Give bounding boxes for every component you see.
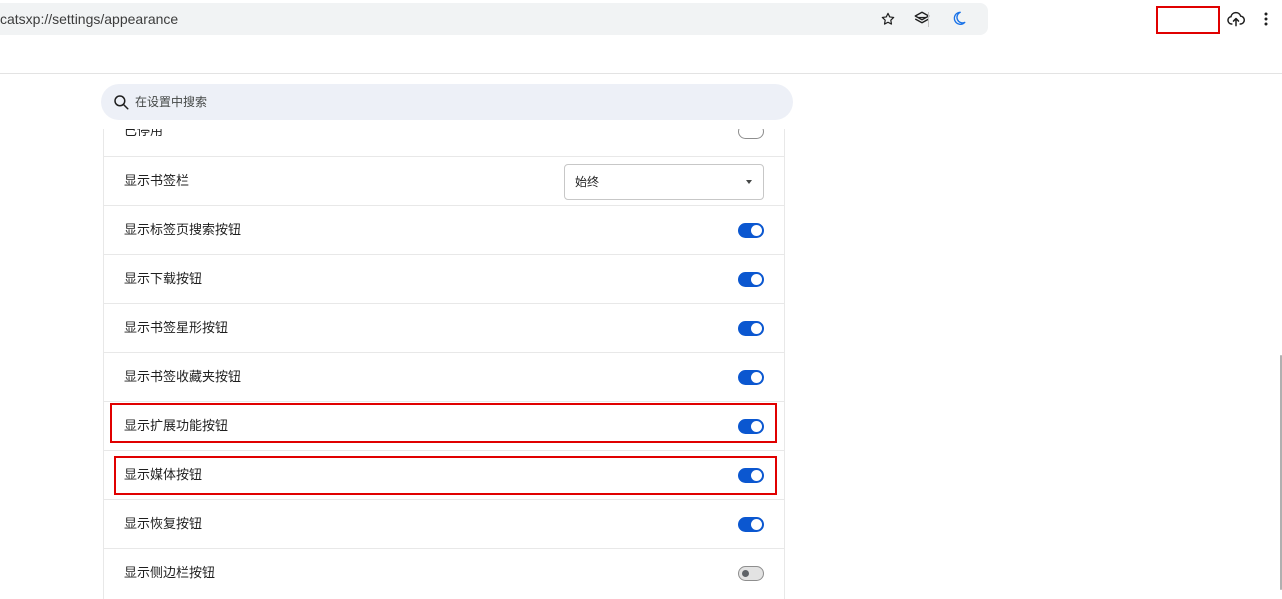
highlight-box-media-row bbox=[114, 456, 777, 495]
layers-icon[interactable] bbox=[912, 9, 932, 29]
download-button-toggle[interactable] bbox=[738, 272, 764, 287]
row-label: 显示书签收藏夹按钮 bbox=[124, 370, 242, 385]
settings-row-restore-button: 显示恢复按钮 bbox=[104, 499, 784, 548]
settings-row-bookmark-favorites-button: 显示书签收藏夹按钮 bbox=[104, 352, 784, 401]
search-input[interactable] bbox=[135, 84, 775, 120]
address-url[interactable]: catsxp://settings/appearance bbox=[0, 3, 178, 35]
bookmark-star-button-toggle[interactable] bbox=[738, 321, 764, 336]
bookmarks-bar-select[interactable]: 始终 bbox=[564, 164, 764, 200]
row-label: 显示书签栏 bbox=[124, 174, 190, 189]
row-label: 显示恢复按钮 bbox=[124, 517, 203, 532]
address-bar[interactable]: catsxp://settings/appearance bbox=[0, 3, 988, 35]
settings-row-partial: 已停用 bbox=[104, 129, 784, 156]
toolbar-divider bbox=[928, 12, 929, 27]
highlight-box-extensions-row bbox=[110, 403, 777, 443]
cloud-upload-icon[interactable] bbox=[1225, 8, 1247, 30]
row-label: 显示标签页搜索按钮 bbox=[124, 223, 242, 238]
row-label: 显示侧边栏按钮 bbox=[124, 566, 216, 581]
row-label: 已停用 bbox=[124, 129, 164, 139]
chevron-down-icon bbox=[746, 180, 752, 184]
settings-row-bookmark-star-button: 显示书签星形按钮 bbox=[104, 303, 784, 352]
moon-icon[interactable] bbox=[948, 9, 968, 29]
restore-button-toggle[interactable] bbox=[738, 517, 764, 532]
star-icon[interactable] bbox=[878, 9, 898, 29]
settings-row-bookmarks-bar: 显示书签栏 始终 bbox=[104, 156, 784, 205]
select-value: 始终 bbox=[575, 175, 600, 189]
settings-row-tab-search-button: 显示标签页搜索按钮 bbox=[104, 205, 784, 254]
bookmark-favorites-button-toggle[interactable] bbox=[738, 370, 764, 385]
appearance-settings-card: 已停用 显示书签栏 始终 显示标签页搜索按钮 显示下载按钮 显示书签星形按钮 显… bbox=[103, 129, 785, 599]
tab-search-button-toggle[interactable] bbox=[738, 223, 764, 238]
more-vert-icon[interactable] bbox=[1255, 8, 1277, 30]
row-label: 显示书签星形按钮 bbox=[124, 321, 229, 336]
settings-row-download-button: 显示下载按钮 bbox=[104, 254, 784, 303]
row-label: 显示下载按钮 bbox=[124, 272, 203, 287]
settings-search[interactable] bbox=[101, 84, 793, 120]
browser-toolbar: catsxp://settings/appearance bbox=[0, 0, 1282, 74]
highlight-box-toolbar bbox=[1156, 6, 1220, 34]
sidebar-button-toggle[interactable] bbox=[738, 566, 764, 581]
search-icon bbox=[112, 93, 130, 111]
partial-row-control[interactable] bbox=[738, 129, 764, 139]
